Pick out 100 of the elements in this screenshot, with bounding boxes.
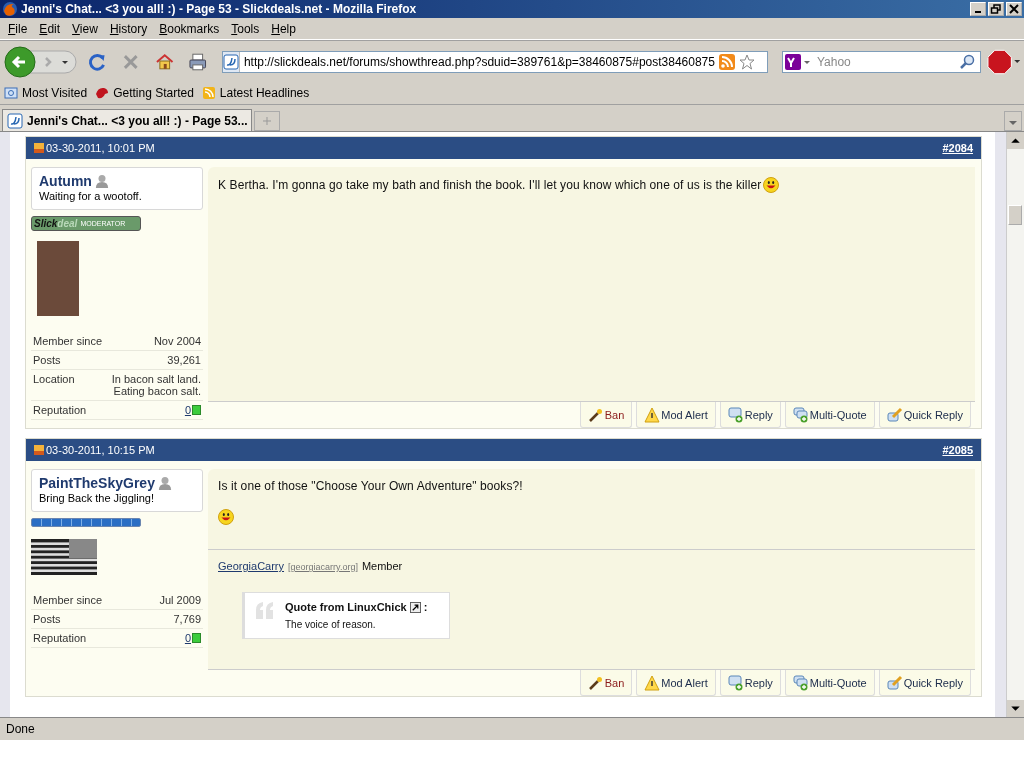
speech-bubbles-plus-icon	[792, 406, 809, 423]
browser-logo-icon	[2, 1, 18, 17]
stat-label: Location	[33, 373, 75, 387]
post-icon	[34, 143, 44, 153]
reload-icon[interactable]	[88, 51, 108, 72]
reputation-icon	[192, 633, 201, 643]
bookmark-item[interactable]: Getting Started	[95, 86, 194, 100]
restore-icon	[990, 4, 1002, 14]
username-link[interactable]: PaintTheSkyGrey	[39, 475, 155, 491]
pencil-bubble-icon	[886, 674, 903, 691]
window-title: Jenni's Chat... <3 you all! :) - Page 53 - Slickdeals.net - Mozilla Firefox	[21, 2, 418, 16]
address-field[interactable]: http://slickdeals.net/forums/showthread.php?sduid=389761&p=38460875#post38460875	[221, 50, 768, 73]
menu-item[interactable]: File	[2, 19, 34, 38]
stat-label: Posts	[33, 613, 61, 625]
user-offline-icon	[157, 476, 172, 490]
view-post-icon[interactable]	[409, 601, 421, 613]
post-action-button[interactable]: Quick Reply	[878, 670, 971, 696]
reputation-icon	[192, 405, 201, 415]
user-title: Waiting for a wootoff.	[39, 190, 142, 202]
tab-list-button[interactable]	[1004, 111, 1022, 131]
menu-item[interactable]: Tools	[225, 19, 266, 38]
menu-item[interactable]: History	[103, 19, 154, 38]
user-title: Bring Back the Jiggling!	[39, 492, 154, 504]
smiley-icon	[763, 177, 780, 193]
post-number-link[interactable]: #2085	[942, 444, 973, 456]
status-text: Done	[6, 722, 35, 736]
stat-value: Nov 2004	[153, 335, 201, 347]
caret-icon	[1009, 119, 1017, 126]
stat-value: Jul 2009	[159, 594, 201, 606]
close-button[interactable]	[1006, 2, 1022, 16]
signature-text: Member	[361, 560, 403, 572]
site-logo-icon	[7, 112, 23, 129]
stat-label: Reputation	[33, 404, 87, 416]
back-forward-button[interactable]	[4, 45, 78, 78]
vertical-scrollbar[interactable]	[1006, 132, 1024, 717]
bookmark-item[interactable]: Most Visited	[4, 86, 88, 100]
warning-icon	[644, 674, 661, 691]
post-action-button[interactable]: Quick Reply	[878, 402, 971, 428]
menu-item[interactable]: Edit	[33, 19, 67, 38]
quote-colon: :	[423, 601, 428, 613]
username-link[interactable]: Autumn	[39, 173, 92, 189]
reputation-link[interactable]: 0	[184, 632, 191, 644]
post-action-button[interactable]: Ban	[579, 670, 633, 696]
flag-drawing	[31, 539, 97, 575]
close-icon	[1008, 4, 1020, 14]
stat-value: 39,261	[167, 354, 201, 366]
stat-label: Reputation	[33, 632, 87, 644]
bird-icon	[95, 86, 110, 100]
stat-label: Posts	[33, 354, 61, 366]
signature-domain: [georgiacarry.org]	[288, 562, 358, 572]
post-action-button[interactable]: Mod Alert	[636, 670, 716, 696]
search-field[interactable]: Yahoo	[781, 50, 981, 73]
quote-mark-icon	[255, 601, 275, 619]
browser-tab[interactable]: Jenni's Chat... <3 you all! :) - Page 53...	[2, 109, 252, 131]
post-icon	[34, 445, 44, 455]
bookmark-item[interactable]: Latest Headlines	[201, 86, 310, 100]
wand-icon	[587, 674, 604, 691]
post-action-button[interactable]: Mod Alert	[636, 402, 716, 428]
search-engine-icon[interactable]	[784, 53, 811, 70]
menu-item[interactable]: View	[66, 19, 104, 38]
post-action-button[interactable]: Multi-Quote	[784, 402, 875, 428]
speech-bubble-plus-icon	[727, 674, 744, 691]
scroll-thumb[interactable]	[1008, 205, 1022, 225]
post-date: 03-30-2011, 10:15 PM	[46, 444, 156, 456]
minimize-button[interactable]	[970, 2, 986, 16]
folder-icon	[4, 86, 18, 100]
menu-item[interactable]: Help	[265, 19, 302, 38]
feed-icon	[201, 86, 216, 100]
scroll-up-icon[interactable]	[1007, 132, 1024, 149]
quote-title: Quote from LinuxChick	[285, 601, 407, 613]
post-date: 03-30-2011, 10:01 PM	[46, 142, 156, 154]
stat-value: In bacon salt land. Eating bacon salt.	[110, 373, 201, 397]
reputation-link[interactable]: 0	[184, 404, 191, 416]
signature-link[interactable]: GeorgiaCarry	[218, 560, 285, 572]
stat-label: Member since	[33, 335, 103, 347]
search-icon[interactable]	[959, 53, 976, 70]
warning-icon	[644, 406, 661, 423]
post-number-link[interactable]: #2084	[942, 142, 973, 154]
site-logo-icon	[222, 51, 240, 72]
printer-icon[interactable]	[188, 51, 208, 72]
stat-value: 7,769	[173, 613, 201, 625]
restore-button[interactable]	[988, 2, 1004, 16]
stat-label: Member since	[33, 594, 103, 606]
scroll-down-icon[interactable]	[1007, 700, 1024, 717]
ad-block-icon[interactable]	[986, 48, 1020, 75]
post-action-button[interactable]: Multi-Quote	[784, 670, 875, 696]
message-text: K Bertha. I'm gonna go take my bath and finish the book. I'll let you know which one of us is the killer	[218, 178, 762, 192]
minimize-icon	[975, 11, 981, 13]
quote-text: The voice of reason.	[285, 619, 377, 630]
star-icon[interactable]	[738, 53, 755, 70]
message-text: Is it one of those "Choose Your Own Adventure" books?!	[218, 479, 523, 493]
menu-item[interactable]: Bookmarks	[153, 19, 226, 38]
user-offline-icon	[94, 174, 109, 188]
pencil-bubble-icon	[886, 406, 903, 423]
speech-bubble-plus-icon	[727, 406, 744, 423]
post-action-button[interactable]: Reply	[719, 670, 781, 696]
post-action-button[interactable]: Reply	[719, 402, 781, 428]
home-icon[interactable]	[154, 51, 175, 72]
smiley-icon	[218, 509, 234, 525]
post-action-button[interactable]: Ban	[579, 402, 633, 428]
